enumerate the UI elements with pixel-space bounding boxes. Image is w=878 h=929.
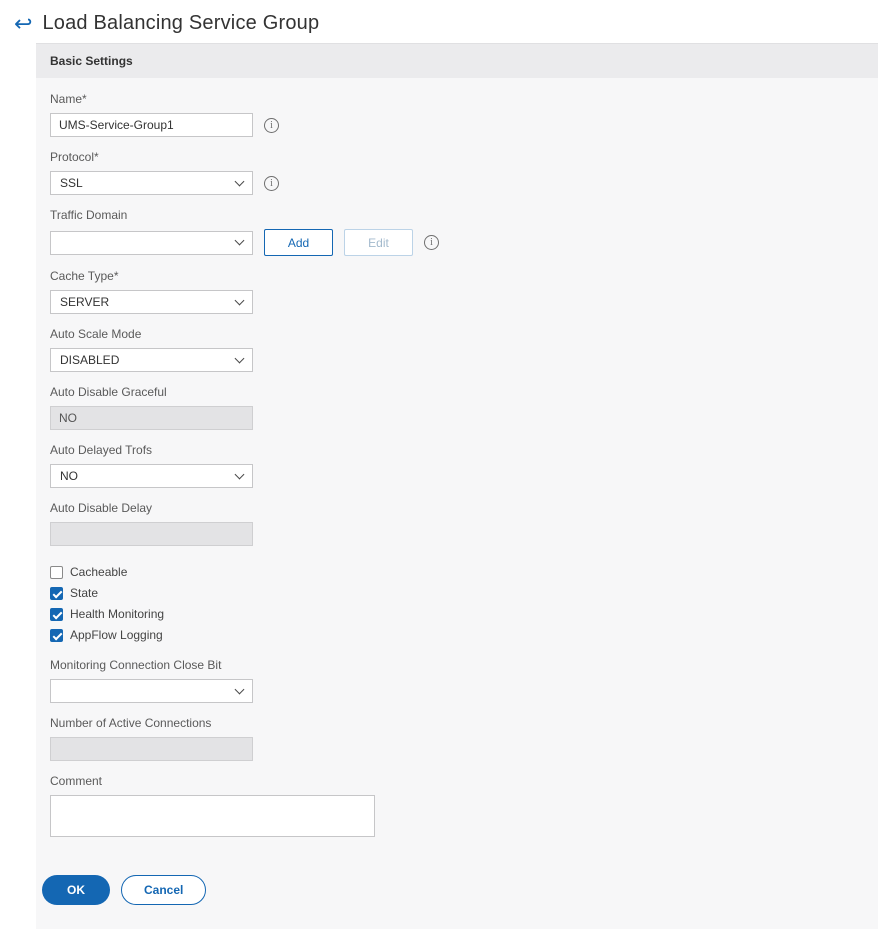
- panel-body: Name* i Protocol* SSL i Tr: [36, 78, 878, 842]
- cancel-button[interactable]: Cancel: [121, 875, 207, 905]
- number-of-active-connections-label: Number of Active Connections: [50, 716, 212, 730]
- field-auto-delayed-trofs: Auto Delayed Trofs NO: [50, 443, 878, 488]
- cacheable-checkbox-row[interactable]: Cacheable: [50, 565, 878, 579]
- auto-disable-delay-input: [50, 522, 253, 546]
- auto-disable-delay-label: Auto Disable Delay: [50, 501, 153, 515]
- info-icon[interactable]: i: [264, 117, 279, 133]
- health-monitoring-checkbox-label: Health Monitoring: [70, 607, 165, 621]
- monitoring-connection-close-bit-select[interactable]: [50, 679, 253, 703]
- cache-type-select[interactable]: SERVER: [50, 290, 253, 314]
- auto-disable-graceful-input: [50, 406, 253, 430]
- checkbox-group: Cacheable State Health Monitoring AppFlo…: [50, 565, 878, 642]
- health-monitoring-checkbox[interactable]: [50, 607, 63, 621]
- cache-type-select-value: SERVER: [60, 295, 110, 309]
- auto-scale-mode-label: Auto Scale Mode: [50, 327, 142, 341]
- chevron-down-icon: [234, 684, 245, 694]
- appflow-logging-checkbox[interactable]: [50, 628, 63, 642]
- protocol-select-value: SSL: [60, 176, 83, 190]
- field-protocol: Protocol* SSL i: [50, 150, 878, 195]
- auto-delayed-trofs-label: Auto Delayed Trofs: [50, 443, 153, 457]
- chevron-down-icon: [234, 176, 245, 186]
- cache-type-label: Cache Type*: [50, 269, 119, 283]
- comment-label: Comment: [50, 774, 103, 788]
- field-name: Name* i: [50, 92, 878, 137]
- comment-textarea[interactable]: [50, 795, 375, 837]
- protocol-label: Protocol*: [50, 150, 99, 164]
- traffic-domain-label: Traffic Domain: [50, 208, 128, 222]
- ok-button[interactable]: OK: [42, 875, 110, 905]
- field-monitoring-connection-close-bit: Monitoring Connection Close Bit: [50, 658, 878, 703]
- auto-delayed-trofs-select-value: NO: [60, 469, 78, 483]
- state-checkbox[interactable]: [50, 586, 63, 600]
- panel-header-title: Basic Settings: [36, 44, 878, 78]
- chevron-down-icon: [234, 353, 245, 363]
- field-auto-disable-delay: Auto Disable Delay: [50, 501, 878, 546]
- chevron-down-icon: [234, 469, 245, 479]
- name-label: Name*: [50, 92, 87, 106]
- info-icon[interactable]: i: [264, 175, 279, 191]
- info-icon[interactable]: i: [424, 235, 439, 250]
- field-number-of-active-connections: Number of Active Connections: [50, 716, 878, 761]
- appflow-logging-checkbox-row[interactable]: AppFlow Logging: [50, 628, 878, 642]
- panel-footer: OK Cancel: [36, 855, 878, 929]
- field-auto-disable-graceful: Auto Disable Graceful: [50, 385, 878, 430]
- cacheable-checkbox[interactable]: [50, 565, 63, 579]
- page-header: ↩ Load Balancing Service Group: [0, 0, 878, 43]
- health-monitoring-checkbox-row[interactable]: Health Monitoring: [50, 607, 878, 621]
- add-button[interactable]: Add: [264, 229, 333, 256]
- auto-scale-mode-select-value: DISABLED: [60, 353, 120, 367]
- name-input[interactable]: [50, 113, 253, 137]
- auto-delayed-trofs-select[interactable]: NO: [50, 464, 253, 488]
- field-traffic-domain: Traffic Domain Add Edit i: [50, 208, 878, 256]
- cacheable-checkbox-label: Cacheable: [70, 565, 128, 579]
- chevron-down-icon: [234, 295, 245, 305]
- chevron-down-icon: [234, 235, 245, 246]
- field-cache-type: Cache Type* SERVER: [50, 269, 878, 314]
- page-title: Load Balancing Service Group: [42, 12, 320, 34]
- appflow-logging-checkbox-label: AppFlow Logging: [70, 628, 163, 642]
- field-auto-scale-mode: Auto Scale Mode DISABLED: [50, 327, 878, 372]
- auto-disable-graceful-label: Auto Disable Graceful: [50, 385, 167, 399]
- state-checkbox-label: State: [70, 586, 99, 600]
- basic-settings-panel: Basic Settings Name* i Protocol* SSL: [36, 43, 878, 929]
- protocol-select[interactable]: SSL: [50, 171, 253, 195]
- auto-scale-mode-select[interactable]: DISABLED: [50, 348, 253, 372]
- page: ↩ Load Balancing Service Group Basic Set…: [0, 0, 878, 929]
- field-comment: Comment: [50, 774, 878, 842]
- monitoring-connection-close-bit-label: Monitoring Connection Close Bit: [50, 658, 222, 672]
- number-of-active-connections-input: [50, 737, 253, 761]
- back-arrow-icon[interactable]: ↩: [14, 12, 32, 35]
- state-checkbox-row[interactable]: State: [50, 586, 878, 600]
- traffic-domain-select[interactable]: [50, 230, 253, 255]
- edit-button[interactable]: Edit: [344, 229, 413, 256]
